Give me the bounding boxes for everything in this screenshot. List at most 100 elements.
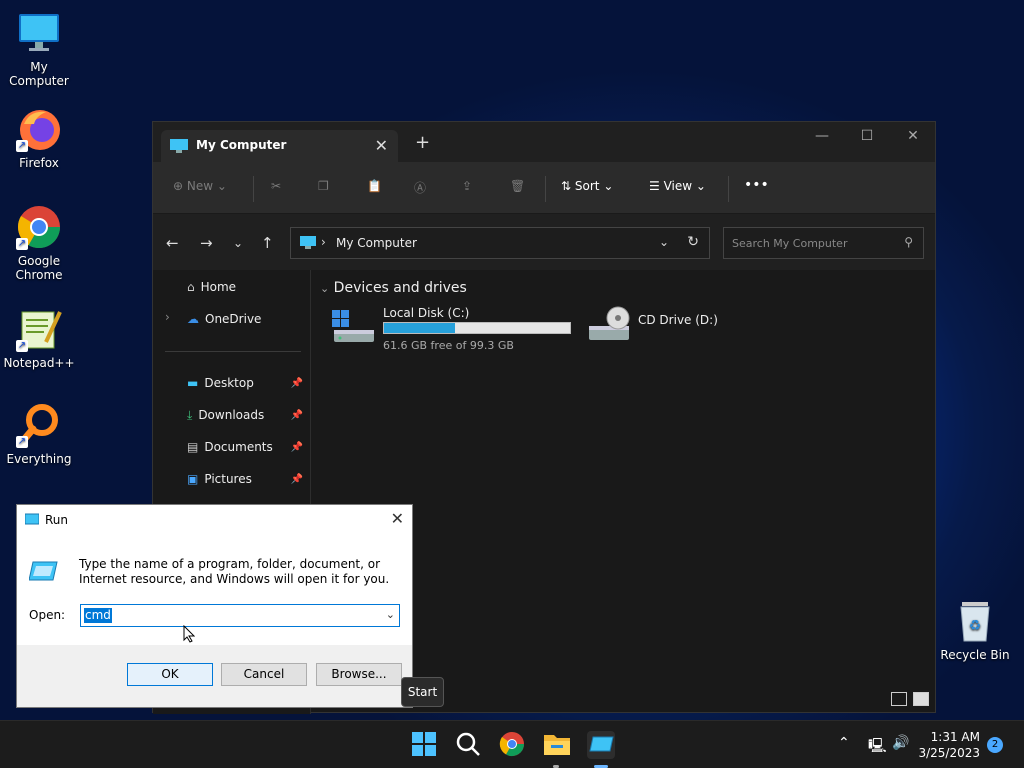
desktop-icon-firefox[interactable]: ↗ Firefox [0, 106, 78, 170]
more-options-button[interactable]: ••• [744, 177, 769, 193]
browse-button[interactable]: Browse... [316, 663, 402, 686]
view-button[interactable]: ☰ View ⌄ [649, 179, 706, 193]
desktop-icon-notepadpp[interactable]: ↗ Notepad++ [0, 306, 78, 370]
monitor-icon [170, 139, 188, 156]
delete-icon[interactable]: 🗑 [510, 179, 525, 193]
search-placeholder: Search My Computer [732, 237, 848, 250]
new-tab-icon[interactable]: + [415, 132, 430, 153]
chevron-up-icon[interactable]: ⌃ [838, 735, 850, 751]
refresh-icon[interactable]: ↻ [687, 234, 699, 250]
pin-icon: 📌 [290, 441, 303, 453]
explorer-titlebar: My Computer ✕ + — ☐ ✕ [153, 122, 935, 162]
drive-local-disk-c[interactable]: Local Disk (C:) 61.6 GB free of 99.3 GB [332, 306, 582, 358]
share-icon[interactable]: ⇪ [462, 179, 472, 193]
cut-icon[interactable]: ✂ [271, 179, 281, 193]
mouse-cursor-icon [183, 624, 196, 646]
search-icon[interactable] [455, 731, 483, 759]
minimize-icon[interactable]: — [807, 128, 837, 144]
ok-button[interactable]: OK [127, 663, 213, 686]
close-window-icon[interactable]: ✕ [898, 128, 928, 144]
desktop-icon-label: Everything [6, 452, 72, 466]
shortcut-arrow-icon: ↗ [16, 140, 28, 152]
plus-circle-icon: ⊕ [173, 179, 184, 193]
desktop-icon-my-computer[interactable]: My Computer [0, 10, 78, 88]
divider [728, 176, 729, 202]
address-dropdown-icon[interactable]: ⌄ [659, 235, 669, 249]
notepadpp-icon: ↗ [16, 306, 62, 352]
up-arrow-icon[interactable]: ↑ [261, 234, 274, 252]
search-icon: ⚲ [904, 235, 913, 249]
clock-date: 3/25/2023 [918, 746, 980, 760]
drive-name: Local Disk (C:) [383, 306, 470, 320]
desktop-icon-label: Recycle Bin [940, 648, 1010, 662]
breadcrumb-chevron-icon: › [321, 235, 326, 249]
desktop-icon-chrome[interactable]: ↗ Google Chrome [0, 204, 78, 282]
taskbar: ⌃ 🖳 🔊 1:31 AM 3/25/2023 2 [0, 720, 1024, 768]
chrome-icon: ↗ [16, 204, 62, 250]
picture-icon: ▣ [187, 472, 199, 486]
paste-icon[interactable]: 📋 [367, 179, 382, 193]
sidebar-item-desktop[interactable]: ▬ Desktop 📌 [187, 373, 307, 393]
open-input-value[interactable]: cmd [84, 608, 112, 623]
new-button[interactable]: ⊕ New ⌄ [173, 179, 227, 193]
maximize-icon[interactable]: ☐ [852, 128, 882, 144]
desktop-icon-recycle-bin[interactable]: ♻ Recycle Bin [936, 598, 1014, 662]
section-header[interactable]: ⌄ Devices and drives [320, 280, 467, 296]
copy-icon[interactable]: ❐ [318, 179, 329, 193]
desktop-icon-label: My Computer [9, 60, 69, 88]
details-view-icon[interactable] [891, 692, 907, 706]
chevron-down-icon[interactable]: ⌄ [386, 608, 395, 621]
drive-free-space: 61.6 GB free of 99.3 GB [383, 339, 514, 352]
rename-icon[interactable]: Ⓐ [414, 179, 426, 196]
tiles-view-icon[interactable] [913, 692, 929, 706]
view-list-icon: ☰ [649, 179, 660, 193]
forward-arrow-icon[interactable]: → [200, 234, 213, 252]
address-bar[interactable]: › My Computer ⌄ ↻ [290, 227, 710, 259]
sidebar-item-pictures[interactable]: ▣ Pictures 📌 [187, 469, 307, 489]
desktop-icon-label: Firefox [19, 156, 59, 170]
sort-icon: ⇅ [561, 179, 572, 193]
tab-my-computer[interactable]: My Computer ✕ [161, 130, 398, 162]
shortcut-arrow-icon: ↗ [16, 238, 28, 250]
pin-icon: 📌 [290, 409, 303, 421]
tab-close-icon[interactable]: ✕ [375, 136, 388, 155]
home-icon: ⌂ [187, 280, 195, 294]
run-title: Run [45, 513, 69, 527]
divider [165, 351, 301, 352]
start-windows-icon[interactable] [411, 731, 439, 759]
shortcut-arrow-icon: ↗ [16, 340, 28, 352]
run-close-icon[interactable]: ✕ [391, 509, 404, 528]
sidebar-item-documents[interactable]: ▤ Documents 📌 [187, 437, 307, 457]
cd-drive-icon [587, 306, 631, 347]
my-computer-taskbar-icon[interactable] [587, 731, 615, 759]
command-bar: ⊕ New ⌄ ✂ ❐ 📋 Ⓐ ⇪ 🗑 ⇅ Sort ⌄ ☰ View ⌄ ••… [153, 162, 935, 214]
cancel-button[interactable]: Cancel [221, 663, 307, 686]
run-large-icon [28, 560, 59, 585]
desktop-folder-icon: ▬ [187, 376, 199, 390]
sidebar-item-home[interactable]: ⌂ Home [187, 277, 307, 297]
run-footer: OK Cancel Browse... [17, 645, 412, 707]
volume-icon[interactable]: 🔊 [892, 735, 909, 751]
sidebar-item-onedrive[interactable]: ☁ OneDrive [187, 309, 307, 329]
desktop-icon-label: Notepad++ [3, 356, 75, 370]
divider [253, 176, 254, 202]
sort-button[interactable]: ⇅ Sort ⌄ [561, 179, 613, 193]
search-box[interactable]: Search My Computer ⚲ [723, 227, 924, 259]
system-clock[interactable]: 1:31 AM 3/25/2023 [918, 729, 980, 761]
back-arrow-icon[interactable]: ← [166, 234, 179, 252]
expand-chevron-icon[interactable]: › [165, 310, 170, 324]
run-icon [24, 513, 40, 528]
drive-cd-d[interactable]: CD Drive (D:) [587, 306, 747, 358]
open-combobox[interactable]: cmd ⌄ [80, 604, 400, 627]
document-icon: ▤ [187, 440, 199, 454]
chrome-taskbar-icon[interactable] [499, 731, 527, 759]
network-icon[interactable]: 🖳 [868, 735, 887, 759]
svg-text:♻: ♻ [969, 618, 982, 634]
sidebar-item-downloads[interactable]: ⤓ Downloads 📌 [187, 405, 307, 425]
desktop-icon-everything[interactable]: ↗ Everything [0, 402, 78, 466]
notification-badge[interactable]: 2 [987, 737, 1003, 753]
recent-locations-chevron-icon[interactable]: ⌄ [233, 236, 243, 250]
download-icon: ⤓ [187, 407, 193, 422]
file-explorer-taskbar-icon[interactable] [543, 731, 571, 759]
shortcut-arrow-icon: ↗ [16, 436, 28, 448]
